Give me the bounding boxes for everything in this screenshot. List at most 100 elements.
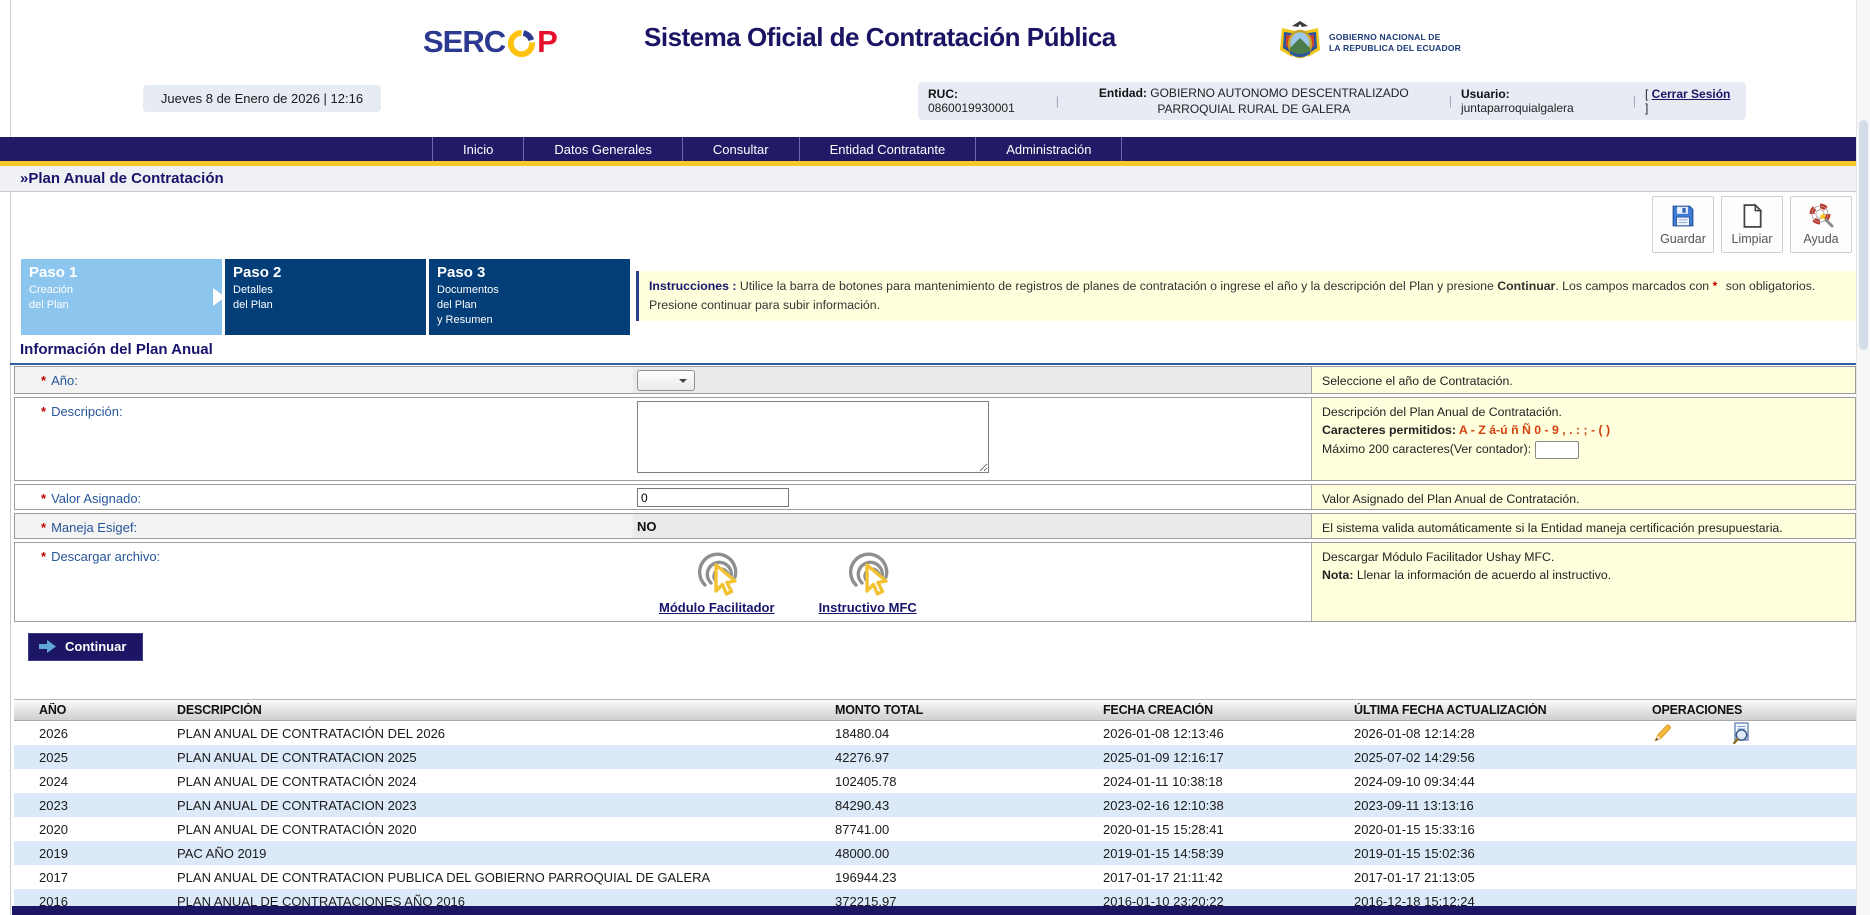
step-3-title: Paso 3: [437, 264, 622, 281]
click-download-icon[interactable]: [691, 547, 743, 599]
cell-monto: 102405.78: [835, 774, 1103, 789]
right-arrow-icon: [39, 640, 56, 653]
cell-descripcion: PLAN ANUAL DE CONTRATACION PUBLICA DEL G…: [177, 870, 835, 885]
cell-actualizacion: 2024-09-10 09:34:44: [1354, 774, 1642, 789]
edit-pencil-icon[interactable]: [1652, 722, 1674, 744]
modulo-facilitador-item: Módulo Facilitador: [659, 547, 775, 615]
ruc-label: RUC:: [928, 87, 958, 101]
plans-table: AÑO DESCRIPCIÓN MONTO TOTAL FECHA CREACI…: [14, 699, 1856, 913]
nav-item-datos-generales[interactable]: Datos Generales: [523, 137, 682, 161]
modulo-facilitador-link[interactable]: Módulo Facilitador: [659, 600, 775, 615]
step-1-line1: Creación: [29, 283, 214, 298]
logout-wrap: [ Cerrar Sesión ]: [1645, 87, 1736, 115]
step-1-line2: del Plan: [29, 298, 214, 313]
cell-actualizacion: 2023-09-11 13:13:16: [1354, 798, 1642, 813]
instructions-box: Instrucciones : Utilice la barra de boto…: [636, 271, 1856, 321]
wizard-steps: Paso 1 Creación del Plan Paso 2 Detalles…: [21, 259, 630, 335]
step-2-line1: Detalles: [233, 283, 418, 298]
save-button[interactable]: Guardar: [1652, 196, 1714, 253]
descripcion-label: Descripción:: [51, 404, 123, 419]
required-asterisk: *: [41, 373, 46, 388]
nav-item-entidad-contratante[interactable]: Entidad Contratante: [799, 137, 976, 161]
table-row: 2025 PLAN ANUAL DE CONTRATACION 2025 422…: [14, 745, 1856, 769]
cell-monto: 48000.00: [835, 846, 1103, 861]
descripcion-textarea[interactable]: [637, 401, 989, 473]
table-row: 2019 PAC AÑO 2019 48000.00 2019-01-15 14…: [14, 841, 1856, 865]
anio-help-cell: Seleccione el año de Contratación.: [1311, 367, 1855, 393]
valor-input[interactable]: [637, 488, 789, 507]
cell-anio: 2025: [14, 750, 177, 765]
sercop-logo-p: P: [537, 24, 557, 60]
continue-button-label: Continuar: [65, 639, 126, 654]
nav-item-consultar[interactable]: Consultar: [682, 137, 799, 161]
cell-actualizacion: 2025-07-02 14:29:56: [1354, 750, 1642, 765]
instructivo-mfc-link[interactable]: Instructivo MFC: [819, 600, 917, 615]
table-row: 2023 PLAN ANUAL DE CONTRATACION 2023 842…: [14, 793, 1856, 817]
instructions-bold-continuar: Continuar: [1497, 279, 1555, 293]
step-1: Paso 1 Creación del Plan: [21, 259, 222, 335]
click-download-icon[interactable]: [842, 547, 894, 599]
descargar-help-line2: Nota: Llenar la información de acuerdo a…: [1322, 566, 1845, 584]
form-row-descargar: *Descargar archivo: Módulo Facilitador: [14, 542, 1856, 622]
cell-creacion: 2024-01-11 10:38:18: [1103, 774, 1354, 789]
cell-creacion: 2026-01-08 12:13:46: [1103, 726, 1354, 741]
cell-creacion: 2019-01-15 14:58:39: [1103, 846, 1354, 861]
anio-input-cell: [633, 367, 1311, 393]
save-button-label: Guardar: [1660, 232, 1706, 246]
vertical-scrollbar[interactable]: [1856, 0, 1870, 915]
esigef-value-cell: NO: [633, 514, 1311, 538]
logout-link[interactable]: Cerrar Sesión: [1652, 87, 1731, 101]
valor-label-cell: *Valor Asignado:: [15, 485, 633, 509]
scrollbar-thumb[interactable]: [1859, 120, 1868, 350]
required-asterisk: *: [41, 491, 46, 506]
descargar-links-cell: Módulo Facilitador Instructivo MFC: [633, 543, 1311, 621]
table-row: 2017 PLAN ANUAL DE CONTRATACION PUBLICA …: [14, 865, 1856, 889]
step-3-line2: del Plan: [437, 298, 622, 313]
sercop-logo: SERC P: [423, 24, 557, 60]
cell-monto: 87741.00: [835, 822, 1103, 837]
step-3-line1: Documentos: [437, 283, 622, 298]
step-3-line3: y Resumen: [437, 313, 622, 328]
view-document-icon[interactable]: [1732, 722, 1754, 744]
clear-button[interactable]: Limpiar: [1721, 196, 1783, 253]
app-title: Sistema Oficial de Contratación Pública: [644, 22, 1116, 53]
cell-creacion: 2025-01-09 12:16:17: [1103, 750, 1354, 765]
life-ring-help-icon: [1808, 203, 1834, 229]
table-row: 2020 PLAN ANUAL DE CONTRATACIÓN 2020 877…: [14, 817, 1856, 841]
char-counter-input[interactable]: [1535, 441, 1579, 459]
col-header-operaciones: OPERACIONES: [1642, 703, 1856, 717]
cell-anio: 2024: [14, 774, 177, 789]
step-2-title: Paso 2: [233, 264, 418, 281]
required-asterisk: *: [41, 549, 46, 564]
help-button[interactable]: Ayuda: [1790, 196, 1852, 253]
anio-label-cell: *Año:: [15, 367, 633, 393]
max-chars-label: Máximo 200 caracteres(Ver contador):: [1322, 442, 1531, 456]
continue-button[interactable]: Continuar: [28, 633, 143, 661]
gov-text-line1: GOBIERNO NACIONAL DE: [1329, 32, 1461, 43]
table-header: AÑO DESCRIPCIÓN MONTO TOTAL FECHA CREACI…: [14, 699, 1856, 721]
required-asterisk: *: [1713, 279, 1718, 293]
ecuador-crest-icon: [1278, 20, 1322, 66]
nav-item-inicio[interactable]: Inicio: [432, 137, 523, 161]
separator: |: [1056, 94, 1059, 108]
form-row-anio: *Año: Seleccione el año de Contratación.: [14, 366, 1856, 394]
entity-field: Entidad: GOBIERNO AUTONOMO DESCENTRALIZA…: [1068, 85, 1440, 117]
entity-label: Entidad:: [1099, 86, 1147, 100]
cell-actualizacion: 2017-01-17 21:13:05: [1354, 870, 1642, 885]
user-value: juntaparroquialgalera: [1461, 101, 1574, 115]
cell-descripcion: PLAN ANUAL DE CONTRATACION 2025: [177, 750, 835, 765]
col-header-descripcion: DESCRIPCIÓN: [177, 703, 835, 717]
instructions-text-1: Utilice la barra de botones para manteni…: [736, 279, 1497, 293]
gov-text-line2: LA REPUBLICA DEL ECUADOR: [1329, 43, 1461, 54]
main-nav: Inicio Datos Generales Consultar Entidad…: [0, 137, 1870, 161]
anio-select[interactable]: [637, 370, 695, 391]
instructions-label: Instrucciones :: [649, 279, 736, 293]
descargar-help-cell: Descargar Módulo Facilitador Ushay MFC. …: [1311, 543, 1855, 621]
nav-item-administracion[interactable]: Administración: [975, 137, 1122, 161]
page-title: »Plan Anual de Contratación: [20, 170, 224, 187]
cell-descripcion: PLAN ANUAL DE CONTRATACIÓN 2024: [177, 774, 835, 789]
instructivo-mfc-item: Instructivo MFC: [819, 547, 917, 615]
table-row: 2024 PLAN ANUAL DE CONTRATACIÓN 2024 102…: [14, 769, 1856, 793]
valor-input-cell: [633, 485, 1311, 509]
cell-anio: 2019: [14, 846, 177, 861]
